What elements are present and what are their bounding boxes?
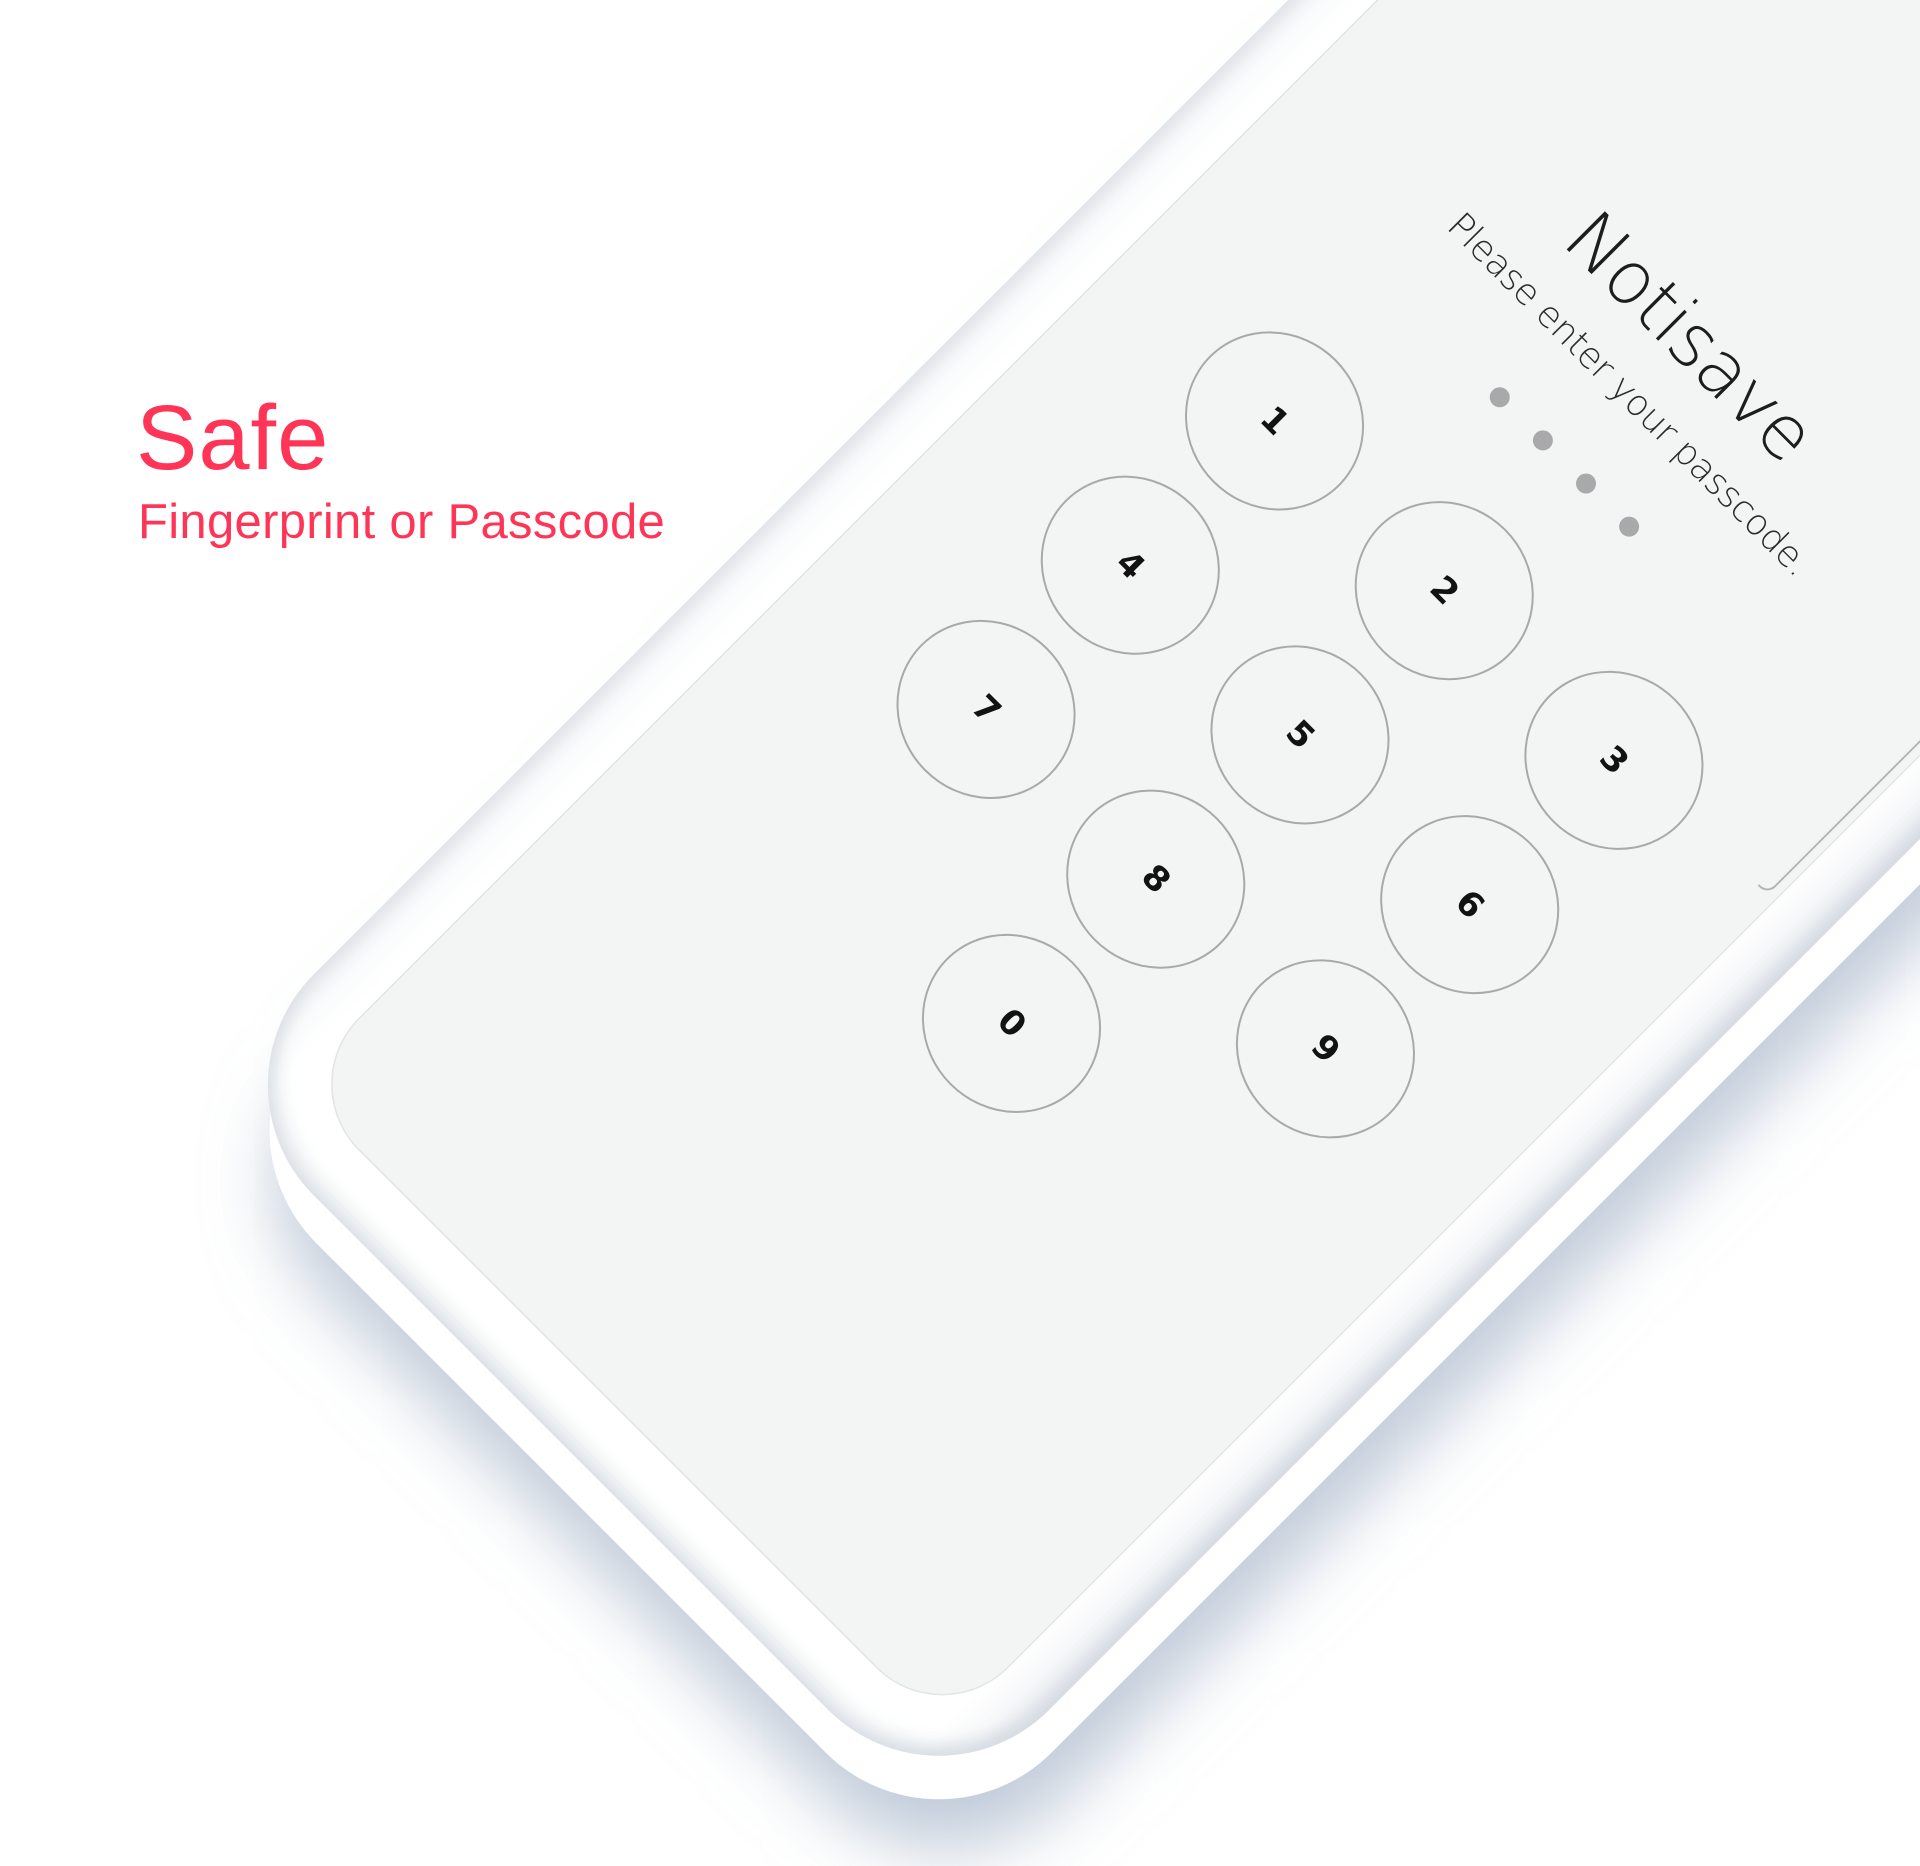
promo-headline: Safe [136, 387, 330, 489]
promo-subline: Fingerprint or Passcode [138, 495, 666, 549]
